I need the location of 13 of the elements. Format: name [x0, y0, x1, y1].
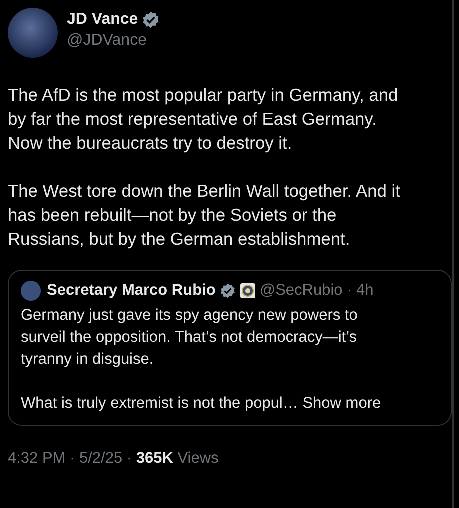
tweet-text: The AfD is the most popular party in Germany, and by far the most representative of East Germany. Now the bureaucrats try to destroy it.	[8, 84, 400, 155]
avatar[interactable]	[21, 281, 41, 301]
tweet-metadata: 4:32 PM · 5/2/25 · 365K Views	[8, 450, 220, 468]
quoted-tweet-card[interactable]	[8, 270, 452, 426]
tweet-text: The West tore down the Berlin Wall together. And it has been rebuilt—not by the Soviets or the Russians, but by the German establishment.	[8, 180, 402, 251]
quoted-text: What is truly extremist is not the popul…	[21, 395, 298, 412]
author-handle[interactable]: @JDVance	[67, 32, 160, 50]
quoted-author-name[interactable]: Secretary Marco Rubio	[47, 282, 216, 300]
quoted-text: Germany just gave its spy agency new powers to surveil the opposition. That’s not democracy—it’s tyranny in disguise.	[21, 306, 359, 370]
author-name[interactable]: JD Vance	[67, 10, 138, 28]
quoted-author-handle: @SecRubio · 4h	[260, 282, 374, 300]
show-more-link[interactable]: Show more	[302, 395, 382, 412]
avatar[interactable]	[8, 8, 58, 58]
